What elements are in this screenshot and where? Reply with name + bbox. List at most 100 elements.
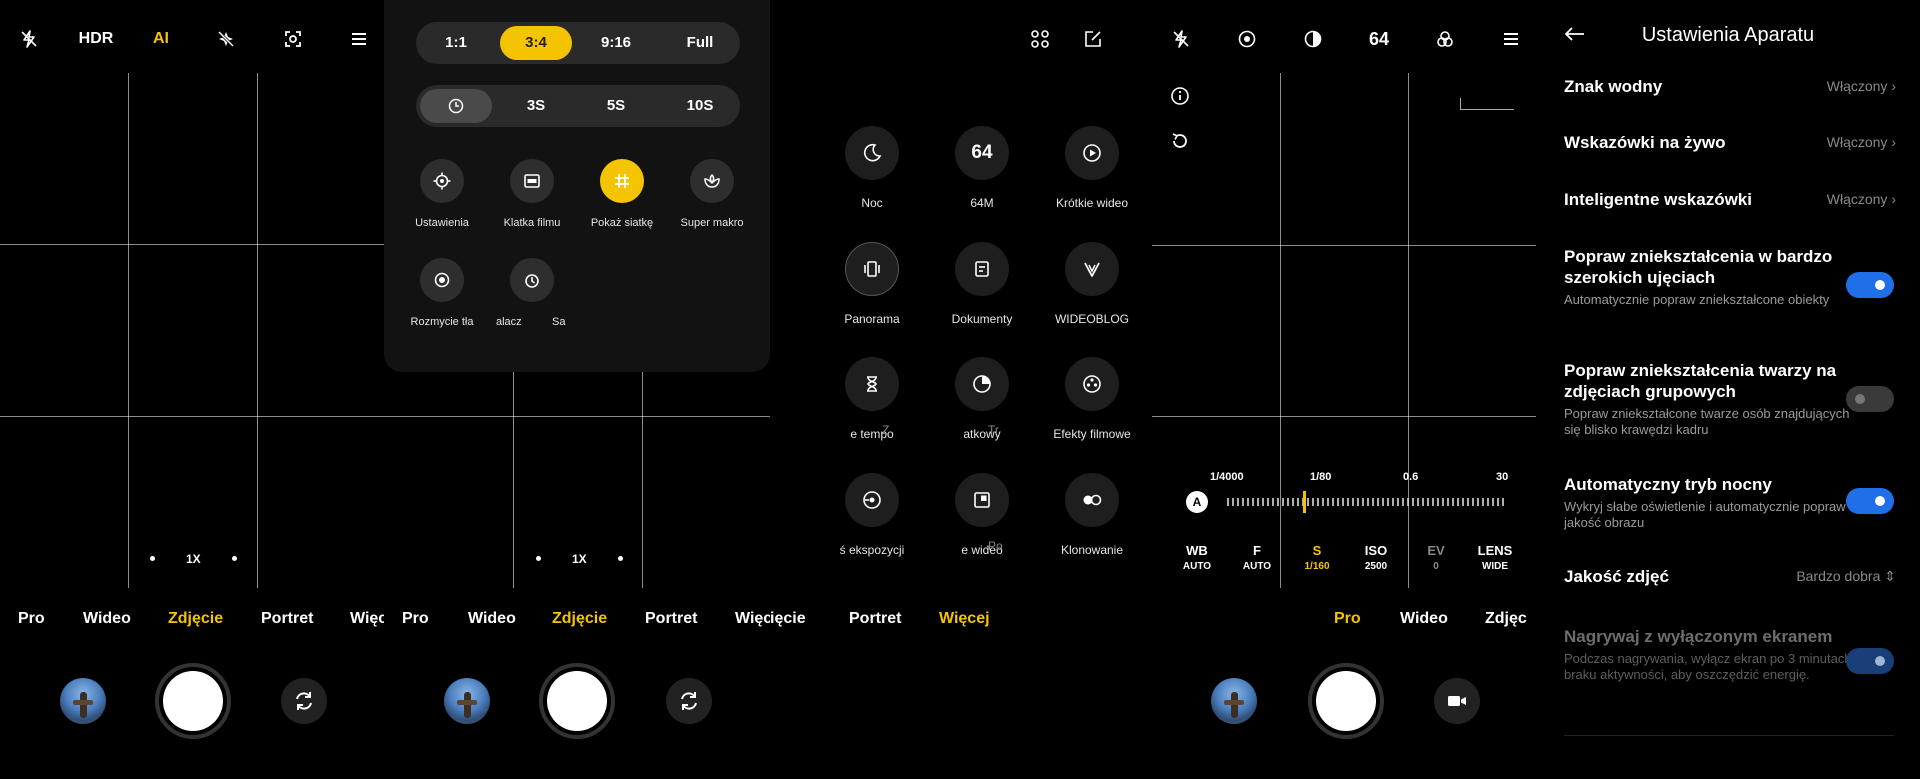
ultrawide-toggle[interactable] <box>1846 272 1894 298</box>
setting-description: Podczas nagrywania, wyłącz ekran po 3 mi… <box>1564 651 1852 682</box>
mode-portrait[interactable]: Portret <box>261 610 313 628</box>
timer-icon <box>973 375 991 393</box>
face-correction-toggle[interactable] <box>1846 386 1894 412</box>
param-shutter-speed[interactable]: S 1/160 <box>1292 543 1342 572</box>
flash-off-icon[interactable] <box>1166 24 1196 54</box>
option-film-frame[interactable]: Klatka filmu <box>482 159 582 229</box>
focus-peaking-icon[interactable] <box>1232 24 1262 54</box>
timer-3s[interactable]: 3S <box>496 85 576 127</box>
mode-photo[interactable]: Zdjęcie <box>552 610 607 628</box>
resolution-button[interactable]: 64 <box>1364 24 1394 54</box>
viewfinder[interactable] <box>1152 73 1536 588</box>
switch-camera-button[interactable] <box>666 678 712 724</box>
timer-off[interactable] <box>420 89 492 123</box>
mode-photo[interactable]: Zdjęcie <box>168 610 223 628</box>
viewfinder[interactable] <box>0 73 386 588</box>
mode-more[interactable]: Więcej <box>939 610 990 628</box>
exposure-icon[interactable] <box>1298 24 1328 54</box>
mode-video[interactable]: Wideo <box>468 610 516 628</box>
gallery-thumbnail[interactable] <box>60 678 106 724</box>
screen-off-toggle[interactable] <box>1846 648 1894 674</box>
color-filter-icon[interactable] <box>1430 24 1460 54</box>
mode-64m[interactable]: 64 64M <box>927 126 1037 210</box>
mode-label: 64M <box>970 196 994 210</box>
mode-short-video[interactable]: Krótkie wideo <box>1037 126 1147 210</box>
mode-panorama[interactable]: Panorama <box>817 242 927 326</box>
effects-off-icon[interactable] <box>211 24 241 54</box>
mode-photo-partial[interactable]: ięcie <box>770 610 806 628</box>
slider-thumb[interactable] <box>1303 491 1306 513</box>
option-timer-shutter[interactable]: alacz <box>482 258 582 328</box>
mode-pro[interactable]: Pro <box>1334 610 1361 628</box>
mode-more[interactable]: Więc <box>350 610 386 628</box>
ai-button[interactable]: AI <box>146 24 176 54</box>
mode-film-effects[interactable]: Efekty filmowe <box>1037 357 1147 441</box>
setting-smart-tips[interactable]: Inteligentne wskazówki Włączony › <box>1536 187 1920 223</box>
zoom-dot[interactable] <box>232 556 237 561</box>
setting-record-screen-off[interactable]: Nagrywaj z wyłączonym ekranem Podczas na… <box>1536 626 1920 710</box>
auto-night-toggle[interactable] <box>1846 488 1894 514</box>
shutter-button[interactable] <box>539 663 615 739</box>
mode-night[interactable]: Noc <box>817 126 927 210</box>
timer-5s[interactable]: 5S <box>576 85 656 127</box>
mode-pro[interactable]: Pro <box>402 610 429 628</box>
option-super-macro[interactable]: Super makro <box>662 159 762 229</box>
option-label: Ustawienia <box>415 217 469 229</box>
mode-photo-partial[interactable]: Zdjęc <box>1485 610 1527 628</box>
shutter-button[interactable] <box>1308 663 1384 739</box>
info-icon[interactable] <box>1170 86 1190 106</box>
ratio-full[interactable]: Full <box>660 22 740 64</box>
reset-icon[interactable] <box>1170 131 1190 151</box>
hdr-button[interactable]: HDR <box>76 24 116 54</box>
zoom-level[interactable]: 1X <box>186 552 201 566</box>
option-show-grid[interactable]: Pokaż siatkę <box>572 159 672 229</box>
shutter-button[interactable] <box>155 663 231 739</box>
record-video-button[interactable] <box>1434 678 1480 724</box>
param-lens[interactable]: LENS WIDE <box>1470 543 1520 572</box>
mode-dual-video[interactable]: e wideo <box>927 473 1037 557</box>
zoom-level[interactable]: 1X <box>572 552 587 566</box>
shutter-speed-slider[interactable] <box>1226 491 1506 513</box>
option-background-blur[interactable]: Rozmycie tła <box>392 258 492 328</box>
menu-icon[interactable] <box>1496 24 1526 54</box>
grid-layout-icon[interactable] <box>1025 24 1055 54</box>
param-aperture[interactable]: F AUTO <box>1232 543 1282 572</box>
setting-face-correction[interactable]: Popraw zniekształcenia twarzy na zdjęcia… <box>1536 360 1920 444</box>
mode-portrait[interactable]: Portret <box>849 610 901 628</box>
mode-video[interactable]: Wideo <box>1400 610 1448 628</box>
gallery-thumbnail[interactable] <box>444 678 490 724</box>
mode-portrait[interactable]: Portret <box>645 610 697 628</box>
setting-ultrawide-correction[interactable]: Popraw zniekształcenia w bardzo szerokic… <box>1536 246 1920 330</box>
setting-watermark[interactable]: Znak wodny Włączony › <box>1536 72 1920 108</box>
mode-long-exposure[interactable]: ś ekspozycji <box>817 473 927 557</box>
timer-10s[interactable]: 10S <box>660 85 740 127</box>
zoom-dot[interactable] <box>618 556 623 561</box>
mode-documents[interactable]: Dokumenty <box>927 242 1037 326</box>
mode-cloning[interactable]: Klonowanie <box>1037 473 1147 557</box>
ratio-3-4[interactable]: 3:4 <box>500 26 572 60</box>
mode-more[interactable]: Więc <box>735 610 770 628</box>
mode-pro[interactable]: Pro <box>18 610 45 628</box>
scan-icon[interactable] <box>278 24 308 54</box>
setting-live-tips[interactable]: Wskazówki na żywo Włączony › <box>1536 130 1920 166</box>
zoom-dot[interactable] <box>150 556 155 561</box>
auto-button[interactable]: A <box>1186 491 1208 513</box>
param-ev[interactable]: EV 0 <box>1411 543 1461 572</box>
setting-auto-night[interactable]: Automatyczny tryb nocny Wykryj słabe ośw… <box>1536 474 1920 538</box>
mode-vlog[interactable]: WIDEOBLOG <box>1037 242 1147 326</box>
mode-video[interactable]: Wideo <box>83 610 131 628</box>
edit-icon[interactable] <box>1078 24 1108 54</box>
menu-icon[interactable] <box>344 24 374 54</box>
switch-camera-button[interactable] <box>281 678 327 724</box>
mode-timelapse[interactable]: atkowy <box>927 357 1037 441</box>
flash-off-icon[interactable] <box>14 24 44 54</box>
ratio-9-16[interactable]: 9:16 <box>576 22 656 64</box>
ratio-1-1[interactable]: 1:1 <box>416 22 496 64</box>
param-iso[interactable]: ISO 2500 <box>1351 543 1401 572</box>
gallery-thumbnail[interactable] <box>1211 678 1257 724</box>
setting-photo-quality[interactable]: Jakość zdjęć Bardzo dobra ⇕ <box>1536 564 1920 594</box>
zoom-dot[interactable] <box>536 556 541 561</box>
option-settings[interactable]: Ustawienia <box>392 159 492 229</box>
param-wb[interactable]: WB AUTO <box>1172 543 1222 572</box>
mode-slow-tempo[interactable]: e tempo <box>817 357 927 441</box>
